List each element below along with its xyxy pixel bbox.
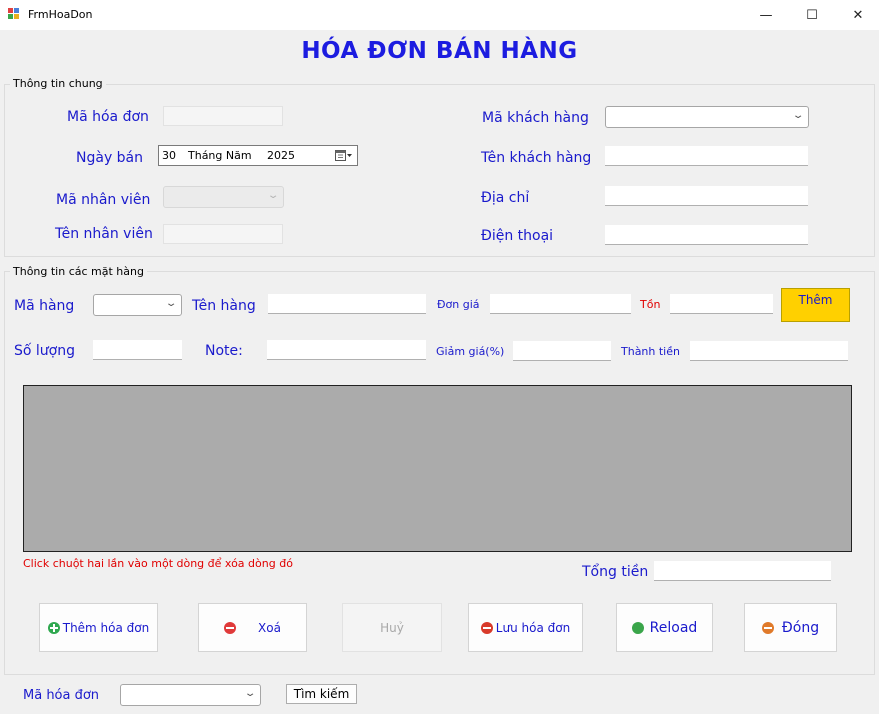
close-icon: ✕ <box>852 7 864 23</box>
customer-name-label: Tên khách hàng <box>481 150 592 166</box>
date-month: Tháng Năm <box>188 149 252 162</box>
line-total-label: Thành tiền <box>621 345 680 358</box>
chevron-down-icon: ⌄ <box>266 190 280 201</box>
unit-price-field[interactable] <box>490 294 631 314</box>
cancel-button[interactable]: Huỷ <box>342 603 442 652</box>
grid-hint-text: Click chuột hai lần vào một dòng để xóa … <box>23 557 293 570</box>
address-field[interactable] <box>605 186 808 206</box>
employee-id-label: Mã nhân viên <box>56 192 151 208</box>
plus-circle-icon <box>47 621 60 634</box>
minimize-button[interactable]: — <box>743 0 789 30</box>
grand-total-label: Tổng tiền <box>582 564 649 580</box>
employee-name-field[interactable] <box>163 224 283 244</box>
quantity-field[interactable] <box>93 340 182 360</box>
discount-label: Giảm giá(%) <box>436 345 505 358</box>
employee-id-combobox[interactable]: ⌄ <box>163 186 284 208</box>
note-label: Note: <box>205 343 243 359</box>
customer-name-field[interactable] <box>605 146 808 166</box>
product-name-field[interactable] <box>268 294 426 314</box>
reload-button[interactable]: Reload <box>616 603 713 652</box>
items-info-group-title: Thông tin các mặt hàng <box>10 265 147 278</box>
close-form-button[interactable]: Đóng <box>744 603 837 652</box>
chevron-down-icon: ⌄ <box>791 110 805 121</box>
product-name-label: Tên hàng <box>192 298 256 314</box>
discount-field[interactable] <box>513 341 611 361</box>
search-invoice-label: Mã hóa đơn <box>23 688 100 703</box>
delete-button[interactable]: Xoá <box>198 603 307 652</box>
chevron-down-icon: ⌄ <box>164 298 178 309</box>
form-title: HÓA ĐƠN BÁN HÀNG <box>301 38 578 64</box>
maximize-button[interactable]: ☐ <box>789 0 835 30</box>
add-invoice-button[interactable]: Thêm hóa đơn <box>39 603 158 652</box>
items-data-grid[interactable] <box>23 385 852 552</box>
app-icon <box>8 8 20 20</box>
search-button[interactable]: Tìm kiếm <box>286 684 357 704</box>
close-button[interactable]: ✕ <box>835 0 879 30</box>
general-info-group-title: Thông tin chung <box>10 77 106 90</box>
note-field[interactable] <box>267 340 426 360</box>
window-title: FrmHoaDon <box>28 8 93 21</box>
customer-id-combobox[interactable]: ⌄ <box>605 106 809 128</box>
unit-price-label: Đơn giá <box>437 298 480 311</box>
search-invoice-combobox[interactable]: ⌄ <box>120 684 261 706</box>
product-id-combobox[interactable]: ⌄ <box>93 294 182 316</box>
stock-label: Tồn <box>640 298 661 311</box>
address-label: Địa chỉ <box>481 190 530 206</box>
chevron-down-icon: ⌄ <box>243 688 257 699</box>
refresh-icon <box>631 621 644 634</box>
employee-name-label: Tên nhân viên <box>55 226 153 242</box>
sale-date-label: Ngày bán <box>76 150 144 166</box>
product-id-label: Mã hàng <box>14 298 75 314</box>
customer-id-label: Mã khách hàng <box>482 110 589 126</box>
phone-label: Điện thoại <box>481 228 554 244</box>
line-total-field[interactable] <box>690 341 848 361</box>
invoice-id-field[interactable] <box>163 106 283 126</box>
date-year: 2025 <box>267 149 295 162</box>
save-icon <box>480 621 493 634</box>
phone-field[interactable] <box>605 225 808 245</box>
maximize-icon: ☐ <box>806 7 818 23</box>
date-day: 30 <box>162 149 176 162</box>
stock-field[interactable] <box>670 294 773 314</box>
minimize-icon: — <box>759 7 773 23</box>
invoice-id-label: Mã hóa đơn <box>67 109 149 125</box>
grand-total-field[interactable] <box>654 561 831 581</box>
quantity-label: Số lượng <box>14 343 75 359</box>
exit-icon <box>761 621 774 634</box>
calendar-icon[interactable] <box>335 149 353 162</box>
add-item-button[interactable]: Thêm <box>781 288 850 322</box>
window-titlebar: FrmHoaDon — ☐ ✕ <box>0 0 879 30</box>
save-invoice-button[interactable]: Lưu hóa đơn <box>468 603 583 652</box>
minus-circle-icon <box>224 621 237 634</box>
sale-date-picker[interactable]: 30 Tháng Năm 2025 <box>158 145 358 166</box>
